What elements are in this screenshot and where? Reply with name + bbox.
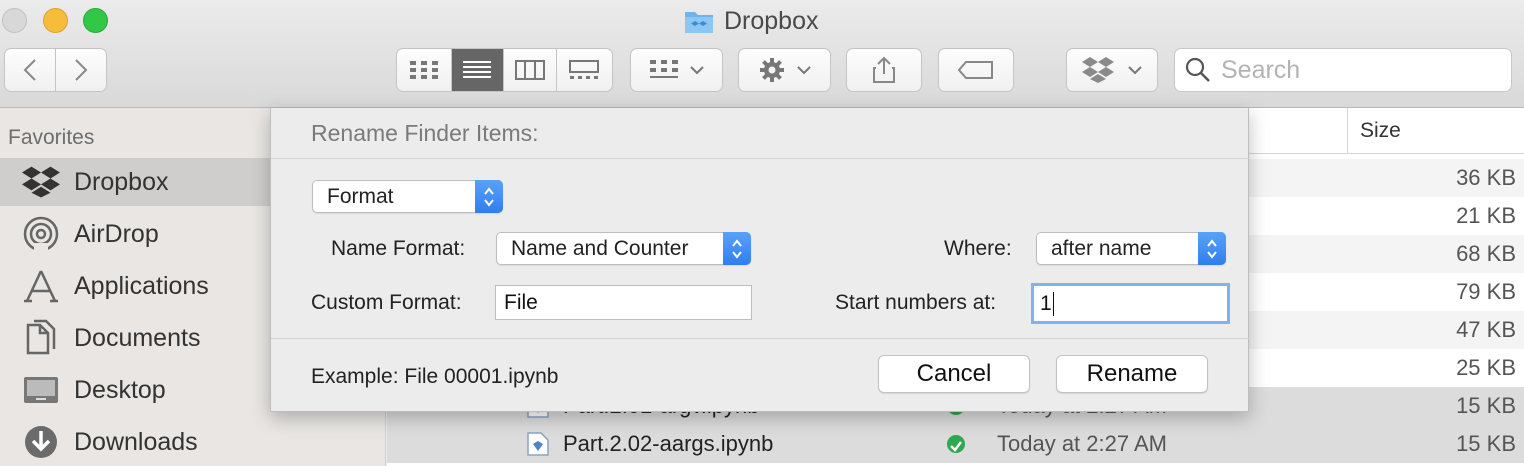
folder-icon: [685, 12, 713, 33]
rename-mode-value: Format: [327, 184, 394, 208]
divider: [271, 158, 1250, 159]
airdrop-icon: [23, 216, 59, 253]
name-format-popup[interactable]: Name and Counter: [496, 232, 751, 265]
chevron-left-icon: [23, 59, 36, 81]
search-placeholder: Search: [1221, 55, 1301, 84]
search-field[interactable]: Search: [1174, 48, 1512, 92]
desktop-icon: [24, 377, 58, 403]
applications-icon: [24, 270, 58, 303]
name-format-label: Name Format:: [331, 236, 466, 260]
chevron-down-icon: [1128, 66, 1142, 75]
text-cursor: [1052, 291, 1054, 316]
share-icon: [873, 56, 895, 83]
documents-icon: [26, 319, 56, 355]
custom-format-field[interactable]: File: [495, 285, 752, 320]
zoom-window-button[interactable]: [83, 8, 108, 33]
rename-mode-popup[interactable]: Format: [312, 180, 503, 213]
start-numbers-value: 1: [1040, 291, 1052, 315]
sidebar-item-label: AirDrop: [74, 219, 159, 248]
updown-arrows-icon: [475, 180, 503, 213]
notebook-file-icon: [527, 432, 549, 456]
where-popup[interactable]: after name: [1036, 232, 1226, 265]
size-cell: 21 KB: [1456, 203, 1516, 228]
example-text: Example: File 00001.ipynb: [311, 364, 559, 388]
updown-arrows-icon: [723, 232, 751, 265]
window-title: Dropbox: [684, 6, 819, 36]
search-icon: [1185, 57, 1210, 82]
window-title-label: Dropbox: [724, 6, 819, 35]
chevron-right-icon: [75, 59, 88, 81]
list-icon: [463, 61, 492, 78]
list-view-button[interactable]: [451, 49, 505, 91]
start-numbers-label: Start numbers at:: [835, 290, 997, 314]
where-value: after name: [1051, 236, 1152, 260]
dropbox-icon: [1082, 57, 1114, 83]
date-cell: Today at 2:27 AM: [997, 431, 1167, 456]
size-header-label: Size: [1360, 119, 1401, 142]
sidebar-item-label: Downloads: [74, 427, 198, 456]
size-cell: 79 KB: [1456, 279, 1516, 304]
dialog-title: Rename Finder Items:: [311, 120, 539, 146]
size-column-header[interactable]: Size: [1347, 108, 1401, 154]
sidebar-item-label: Desktop: [74, 375, 166, 404]
icon-view-button[interactable]: [397, 49, 452, 91]
updown-arrows-icon: [1198, 232, 1226, 265]
tag-icon: [958, 61, 993, 79]
checkmark-icon: [950, 441, 962, 452]
custom-format-label: Custom Format:: [311, 290, 462, 314]
gallery-icon: [569, 60, 600, 79]
sidebar-item-label: Documents: [74, 323, 201, 352]
group-icon: [649, 60, 678, 78]
file-name: Part.2.02-aargs.ipynb: [563, 431, 774, 456]
where-label: Where:: [944, 236, 1012, 260]
window-toolbar: Dropbox Search: [0, 0, 1524, 108]
size-cell: 68 KB: [1456, 241, 1516, 266]
back-button[interactable]: [5, 49, 56, 91]
size-cell: 47 KB: [1456, 317, 1516, 342]
cancel-button[interactable]: Cancel: [878, 355, 1030, 393]
synced-check-icon: [947, 435, 965, 453]
gear-icon: [759, 58, 784, 82]
sidebar-item-label: Applications: [74, 271, 209, 300]
name-format-value: Name and Counter: [511, 236, 689, 260]
sidebar-item-label: Dropbox: [74, 167, 169, 196]
size-cell: 36 KB: [1456, 165, 1516, 190]
tags-button[interactable]: [938, 48, 1014, 92]
close-window-button[interactable]: [2, 8, 27, 33]
columns-icon: [514, 60, 545, 80]
start-numbers-field[interactable]: 1: [1031, 283, 1230, 324]
size-cell: 25 KB: [1456, 355, 1516, 380]
column-view-button[interactable]: [504, 49, 557, 91]
forward-button[interactable]: [56, 49, 107, 91]
divider: [271, 338, 1250, 339]
downloads-icon: [25, 426, 57, 458]
table-row[interactable]: Part.2.02-aargs.ipynb Today at 2:27 AM 1…: [387, 425, 1524, 463]
nav-buttons: [4, 48, 107, 92]
dropbox-menu-button[interactable]: [1066, 48, 1158, 92]
view-mode-segmented: [396, 48, 613, 92]
rename-button[interactable]: Rename: [1056, 355, 1208, 393]
chevron-down-icon: [689, 66, 704, 75]
group-by-button[interactable]: [630, 48, 723, 92]
size-cell: 15 KB: [1456, 431, 1516, 456]
share-button[interactable]: [846, 48, 922, 92]
grid-icon: [409, 61, 438, 79]
gallery-view-button[interactable]: [557, 49, 612, 91]
sidebar-item-downloads[interactable]: Downloads: [0, 418, 386, 466]
rename-dialog: Rename Finder Items: Format Name Format:…: [270, 108, 1250, 412]
size-cell: 15 KB: [1456, 393, 1516, 418]
chevron-down-icon: [796, 66, 811, 75]
dropbox-icon: [22, 166, 60, 198]
favorites-heading: Favorites: [8, 126, 95, 149]
minimize-window-button[interactable]: [43, 8, 68, 33]
action-menu-button[interactable]: [738, 48, 831, 92]
